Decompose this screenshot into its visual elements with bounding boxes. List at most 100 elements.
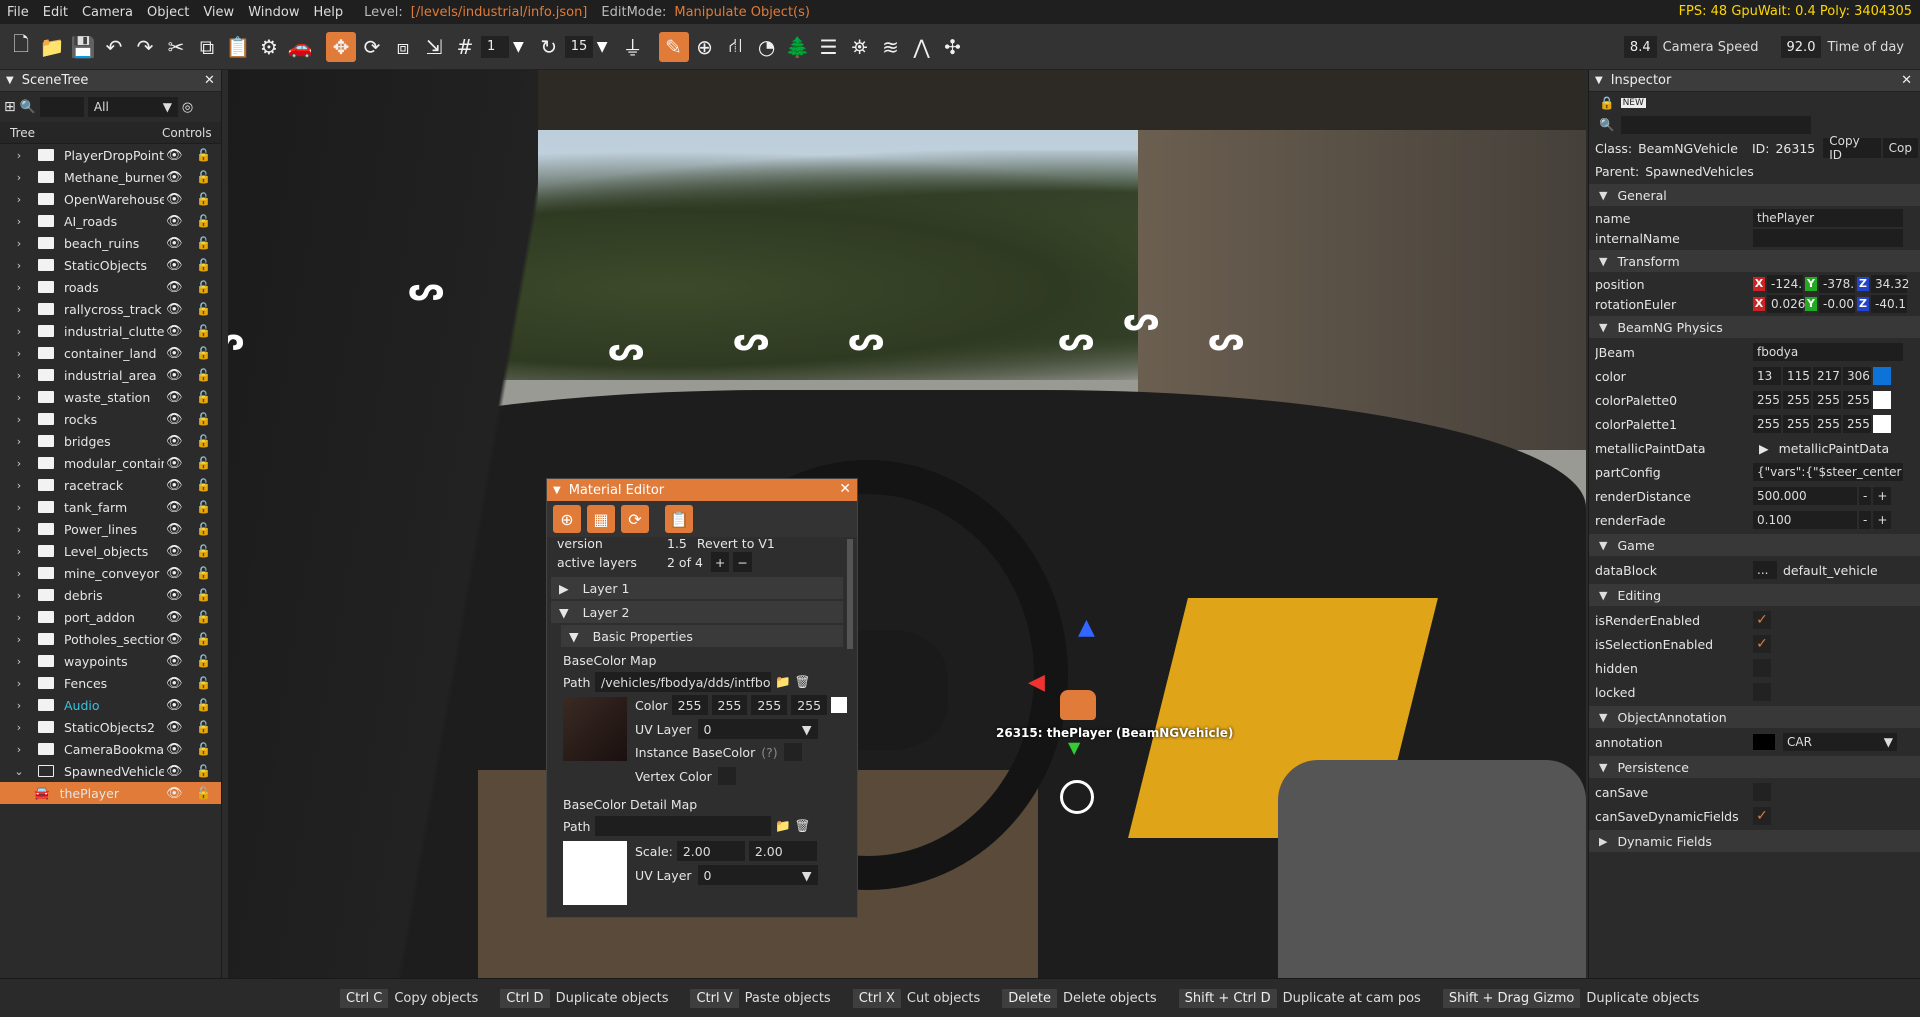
section-general[interactable]: ▼ General [1589,184,1920,206]
camera-speed-input[interactable]: 92.0 [1780,36,1822,58]
chevron-right-icon[interactable]: › [10,655,28,668]
chevron-right-icon[interactable]: › [10,259,28,272]
close-icon[interactable]: ✕ [204,73,215,88]
palette1-a[interactable]: 255 [1843,415,1871,433]
add-layer-button[interactable]: + [710,552,730,572]
rotation-z[interactable]: -40.1 [1871,295,1907,313]
chevron-right-icon[interactable]: › [10,721,28,734]
tree-item[interactable]: › bridges 👁 🔓 [0,430,221,452]
chevron-down-icon[interactable]: ⌄ [10,765,28,778]
menu-help[interactable]: Help [306,5,350,20]
decal-icon[interactable]: ⛯ [845,32,875,62]
palette1-g[interactable]: 255 [1783,415,1811,433]
annotation-color-swatch[interactable] [1753,734,1775,750]
lock-icon[interactable]: 🔓 [196,676,211,690]
open-folder-icon[interactable]: 📁 [37,32,67,62]
eye-icon[interactable]: 👁 [166,236,183,251]
eye-icon[interactable]: 👁 [166,258,183,273]
palette0-g[interactable]: 255 [1783,391,1811,409]
tree-item[interactable]: › port_addon 👁 🔓 [0,606,221,628]
eye-icon[interactable]: 👁 [166,390,183,405]
detail-path-input[interactable] [595,816,771,836]
terrain-paint-icon[interactable]: ◔ [752,32,782,62]
lock-icon[interactable]: 🔓 [196,478,211,492]
render-enabled-checkbox[interactable]: ✓ [1753,611,1771,629]
chevron-right-icon[interactable]: › [10,567,28,580]
tree-item[interactable]: › industrial_area 👁 🔓 [0,364,221,386]
tree-item[interactable]: › Fences 👁 🔓 [0,672,221,694]
palette0-a[interactable]: 255 [1843,391,1871,409]
chevron-right-icon[interactable]: › [10,699,28,712]
eye-icon[interactable]: 👁 [166,610,183,625]
chevron-right-icon[interactable]: › [10,501,28,514]
collapse-icon[interactable]: ▼ [553,485,561,496]
tree-item[interactable]: › modular_contain 👁 🔓 [0,452,221,474]
scrollbar[interactable] [847,539,853,649]
copy-id-button[interactable]: Copy ID [1823,134,1881,162]
eye-icon[interactable]: 👁 [166,192,183,207]
grid-snap-value[interactable]: 1 [481,35,509,58]
cansavedyn-checkbox[interactable]: ✓ [1753,807,1771,825]
search-icon[interactable]: 🔍 [20,100,36,115]
paste-icon[interactable]: 📋 [223,32,253,62]
lock-icon[interactable]: 🔓 [196,544,211,558]
rotate-icon[interactable]: ⟳ [357,32,387,62]
menu-object[interactable]: Object [140,5,196,20]
lock-icon[interactable]: 🔓 [196,610,211,624]
tree-item[interactable]: › waste_station 👁 🔓 [0,386,221,408]
chevron-right-icon[interactable]: › [10,677,28,690]
lock-icon[interactable]: 🔓 [196,720,211,734]
lock-icon[interactable]: 🔓 [196,566,211,580]
chevron-right-icon[interactable]: › [10,171,28,184]
partconfig-input[interactable]: {"vars":{"$steer_center [1753,463,1903,481]
chevron-right-icon[interactable]: › [10,457,28,470]
mesh-road-icon[interactable]: ⋀ [907,32,937,62]
tree-item[interactable]: › Power_lines 👁 🔓 [0,518,221,540]
basic-props-header[interactable]: ▼ Basic Properties [561,625,843,647]
lock-icon[interactable]: 🔓 [196,522,211,536]
translate-icon[interactable]: ✥ [326,31,356,62]
eye-icon[interactable]: 👁 [166,544,183,559]
palette1-swatch[interactable] [1873,415,1891,433]
chevron-right-icon[interactable]: › [10,347,28,360]
gizmo-y-icon[interactable]: ▼ [1068,738,1080,757]
lock-icon[interactable]: 🔓 [196,654,211,668]
create-object-icon[interactable]: ⊕ [690,32,720,62]
eye-icon[interactable]: 👁 [166,456,183,471]
color-swatch[interactable] [1873,367,1891,385]
color-g[interactable]: 115 [1783,367,1811,385]
section-game[interactable]: ▼ Game [1589,534,1920,556]
lock-icon[interactable]: 🔓 [196,588,211,602]
decrement-button[interactable]: - [1859,511,1872,529]
color-a[interactable]: 306 [1843,367,1871,385]
position-z[interactable]: 34.32 [1871,275,1909,293]
grid-snap-icon[interactable]: # [450,32,480,62]
trash-icon[interactable]: 🗑 [795,674,811,690]
eye-icon[interactable]: 👁 [166,346,183,361]
detail-texture-preview[interactable] [563,841,627,905]
tree-item[interactable]: › StaticObjects2 👁 🔓 [0,716,221,738]
layer1-header[interactable]: ▶ Layer 1 [551,577,843,599]
menu-camera[interactable]: Camera [75,5,140,20]
renderfade-input[interactable]: 0.100 [1753,511,1857,529]
inspector-search-input[interactable] [1620,116,1811,134]
new-icon[interactable]: NEW [1620,98,1646,108]
chevron-right-icon[interactable]: › [10,435,28,448]
tree-item[interactable]: › container_land 👁 🔓 [0,342,221,364]
chevron-right-icon[interactable]: › [10,743,28,756]
color-b[interactable]: 255 [751,695,788,715]
chevron-right-icon[interactable]: › [10,391,28,404]
add-group-icon[interactable]: ⊞ [4,99,16,115]
tree-item[interactable]: › beach_ruins 👁 🔓 [0,232,221,254]
lock-icon[interactable]: 🔓 [196,368,211,382]
gizmo-x-icon[interactable]: ◀ [1028,670,1045,695]
settings-icon[interactable]: ⚙ [254,32,284,62]
eye-icon[interactable]: 👁 [166,742,183,757]
section-persistence[interactable]: ▼ Persistence [1589,756,1920,778]
eye-icon[interactable]: 👁 [166,500,183,515]
tree-item[interactable]: › rallycross_track 👁 🔓 [0,298,221,320]
redo-icon[interactable]: ↷ [130,32,160,62]
selection-enabled-checkbox[interactable]: ✓ [1753,635,1771,653]
eye-icon[interactable]: 👁 [166,720,183,735]
name-input[interactable]: thePlayer [1753,209,1903,227]
